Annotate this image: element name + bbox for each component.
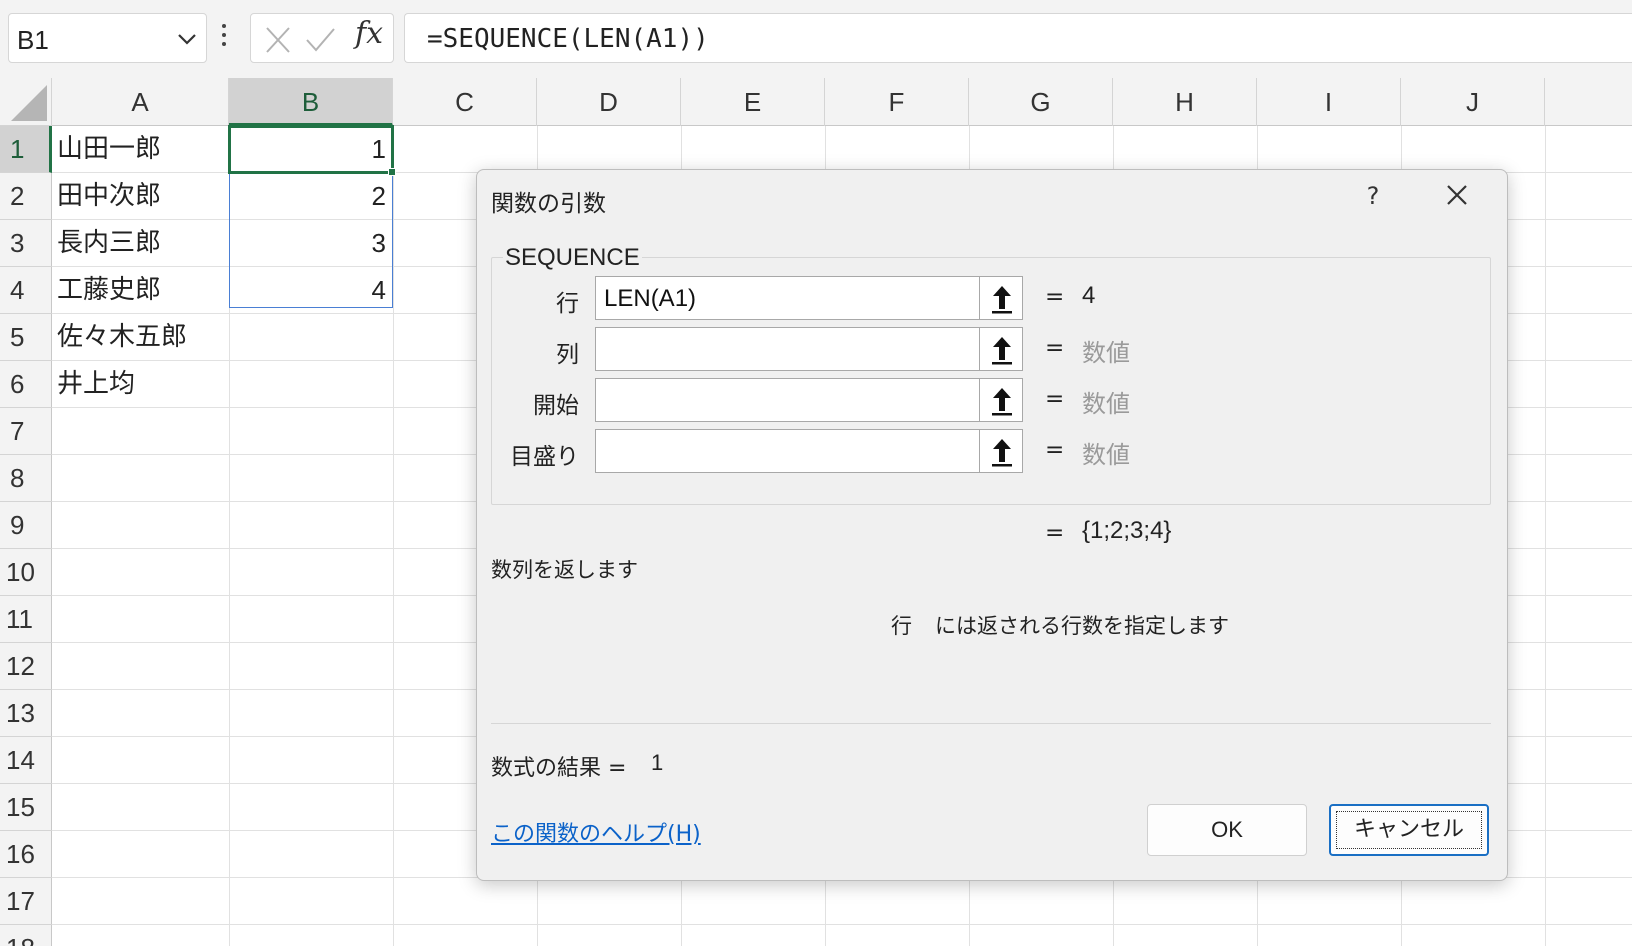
row-header[interactable]: 2	[0, 173, 52, 220]
argument-description: には返される行数を指定します	[935, 614, 1229, 638]
column-header[interactable]: E	[681, 78, 825, 126]
row-header[interactable]: 9	[0, 502, 52, 549]
row-header[interactable]: 12	[0, 643, 52, 690]
row-header[interactable]: 10	[0, 549, 52, 596]
cancel-button[interactable]: キャンセル	[1329, 804, 1489, 856]
confirm-entry-icon[interactable]	[305, 26, 335, 54]
divider	[491, 723, 1491, 724]
argument-label: 列	[556, 342, 579, 368]
collapse-dialog-button[interactable]	[979, 276, 1023, 320]
row-header[interactable]: 4	[0, 267, 52, 314]
arrow-up-icon	[992, 286, 1012, 314]
formula-input[interactable]: =SEQUENCE(LEN(A1))	[404, 13, 1632, 63]
active-cell-border	[228, 125, 394, 174]
row-header-selected[interactable]: 1	[0, 126, 52, 173]
row-header[interactable]: 18	[0, 925, 52, 946]
arrow-up-icon	[992, 388, 1012, 416]
row-header[interactable]: 11	[0, 596, 52, 643]
function-result-preview: {1;2;3;4}	[1082, 517, 1172, 544]
column-headers: A B C D E F G H I J K	[52, 78, 1632, 126]
fill-handle[interactable]	[388, 168, 396, 176]
row-header[interactable]: 14	[0, 737, 52, 784]
cell-a3[interactable]: 長内三郎	[57, 220, 161, 267]
argument-row-rows: 行 LEN(A1) = 4	[477, 276, 1507, 320]
function-help-link[interactable]: この関数のヘルプ(H)	[491, 816, 701, 848]
cancel-button-label: キャンセル	[1336, 811, 1482, 849]
column-header[interactable]: K	[1545, 78, 1632, 126]
column-header[interactable]: F	[825, 78, 969, 126]
cell-a4[interactable]: 工藤史郎	[57, 267, 161, 314]
argument-input-columns[interactable]	[595, 327, 983, 371]
formula-text: =SEQUENCE(LEN(A1))	[427, 24, 709, 54]
chevron-down-icon[interactable]	[176, 28, 198, 50]
row-header[interactable]: 5	[0, 314, 52, 361]
collapse-dialog-button[interactable]	[979, 378, 1023, 422]
argument-result-hint: 数値	[1082, 442, 1130, 469]
close-icon[interactable]	[1437, 178, 1477, 214]
argument-row-start: 開始 = 数値	[477, 378, 1507, 422]
argument-label: 目盛り	[510, 444, 579, 470]
column-header[interactable]: G	[969, 78, 1113, 126]
equals-sign: =	[1045, 386, 1065, 412]
row-header[interactable]: 13	[0, 690, 52, 737]
more-options-icon[interactable]	[221, 24, 227, 52]
argument-row-step: 目盛り = 数値	[477, 429, 1507, 473]
cell-b2[interactable]: 2	[230, 173, 392, 220]
argument-result-hint: 数値	[1082, 340, 1130, 367]
collapse-dialog-button[interactable]	[979, 429, 1023, 473]
argument-result: 4	[1082, 282, 1096, 309]
row-header[interactable]: 8	[0, 455, 52, 502]
formula-bar: B1 fx =SEQUENCE(LEN(A1))	[0, 0, 1632, 78]
equals-sign: =	[1045, 335, 1065, 361]
name-box[interactable]: B1	[8, 13, 207, 63]
row-header[interactable]: 3	[0, 220, 52, 267]
cancel-entry-icon[interactable]	[263, 26, 293, 54]
column-header[interactable]: H	[1113, 78, 1257, 126]
function-description: 数列を返します	[491, 558, 638, 582]
ok-button[interactable]: OK	[1147, 804, 1307, 856]
row-header[interactable]: 7	[0, 408, 52, 455]
help-button[interactable]: ?	[1353, 178, 1393, 214]
argument-label: 行	[556, 291, 579, 317]
arrow-up-icon	[992, 439, 1012, 467]
argument-input-step[interactable]	[595, 429, 983, 473]
cell-a2[interactable]: 田中次郎	[57, 173, 161, 220]
row-header[interactable]: 15	[0, 784, 52, 831]
equals-sign: =	[1045, 437, 1065, 463]
cell-b4[interactable]: 4	[230, 267, 392, 314]
formula-result-value: 1	[651, 750, 664, 775]
formula-bar-buttons: fx	[250, 13, 394, 63]
cell-a6[interactable]: 井上均	[57, 361, 135, 408]
column-header[interactable]: I	[1257, 78, 1401, 126]
row-headers: 1 2 3 4 5 6 7 8 9 10 11 12 13 14 15 16 1…	[0, 126, 52, 946]
argument-input-rows[interactable]: LEN(A1)	[595, 276, 983, 320]
name-box-value: B1	[17, 25, 49, 55]
argument-label: 開始	[533, 393, 579, 419]
formula-result-label: 数式の結果 =	[491, 756, 627, 781]
dialog-title[interactable]: 関数の引数	[491, 184, 606, 218]
column-header[interactable]: A	[52, 78, 229, 126]
argument-description-label: 行	[891, 614, 912, 638]
collapse-dialog-button[interactable]	[979, 327, 1023, 371]
row-header[interactable]: 16	[0, 831, 52, 878]
column-header[interactable]: D	[537, 78, 681, 126]
cell-a5[interactable]: 佐々木五郎	[57, 314, 187, 361]
row-header[interactable]: 6	[0, 361, 52, 408]
argument-result-hint: 数値	[1082, 391, 1130, 418]
equals-sign: =	[1045, 520, 1065, 546]
equals-sign: =	[1045, 284, 1065, 310]
arrow-up-icon	[992, 337, 1012, 365]
cell-a1[interactable]: 山田一郎	[57, 126, 161, 173]
select-all-corner[interactable]	[0, 78, 52, 126]
row-header[interactable]: 17	[0, 878, 52, 925]
column-header[interactable]: C	[393, 78, 537, 126]
insert-function-icon[interactable]: fx	[355, 16, 383, 51]
column-header-selected[interactable]: B	[229, 78, 393, 126]
function-name: SEQUENCE	[503, 244, 642, 272]
cell-b3[interactable]: 3	[230, 220, 392, 267]
argument-row-columns: 列 = 数値	[477, 327, 1507, 371]
argument-input-start[interactable]	[595, 378, 983, 422]
column-header[interactable]: J	[1401, 78, 1545, 126]
function-arguments-dialog: 関数の引数 ? SEQUENCE 行 LEN(A1) = 4 列 = 数値 開始…	[476, 169, 1508, 881]
